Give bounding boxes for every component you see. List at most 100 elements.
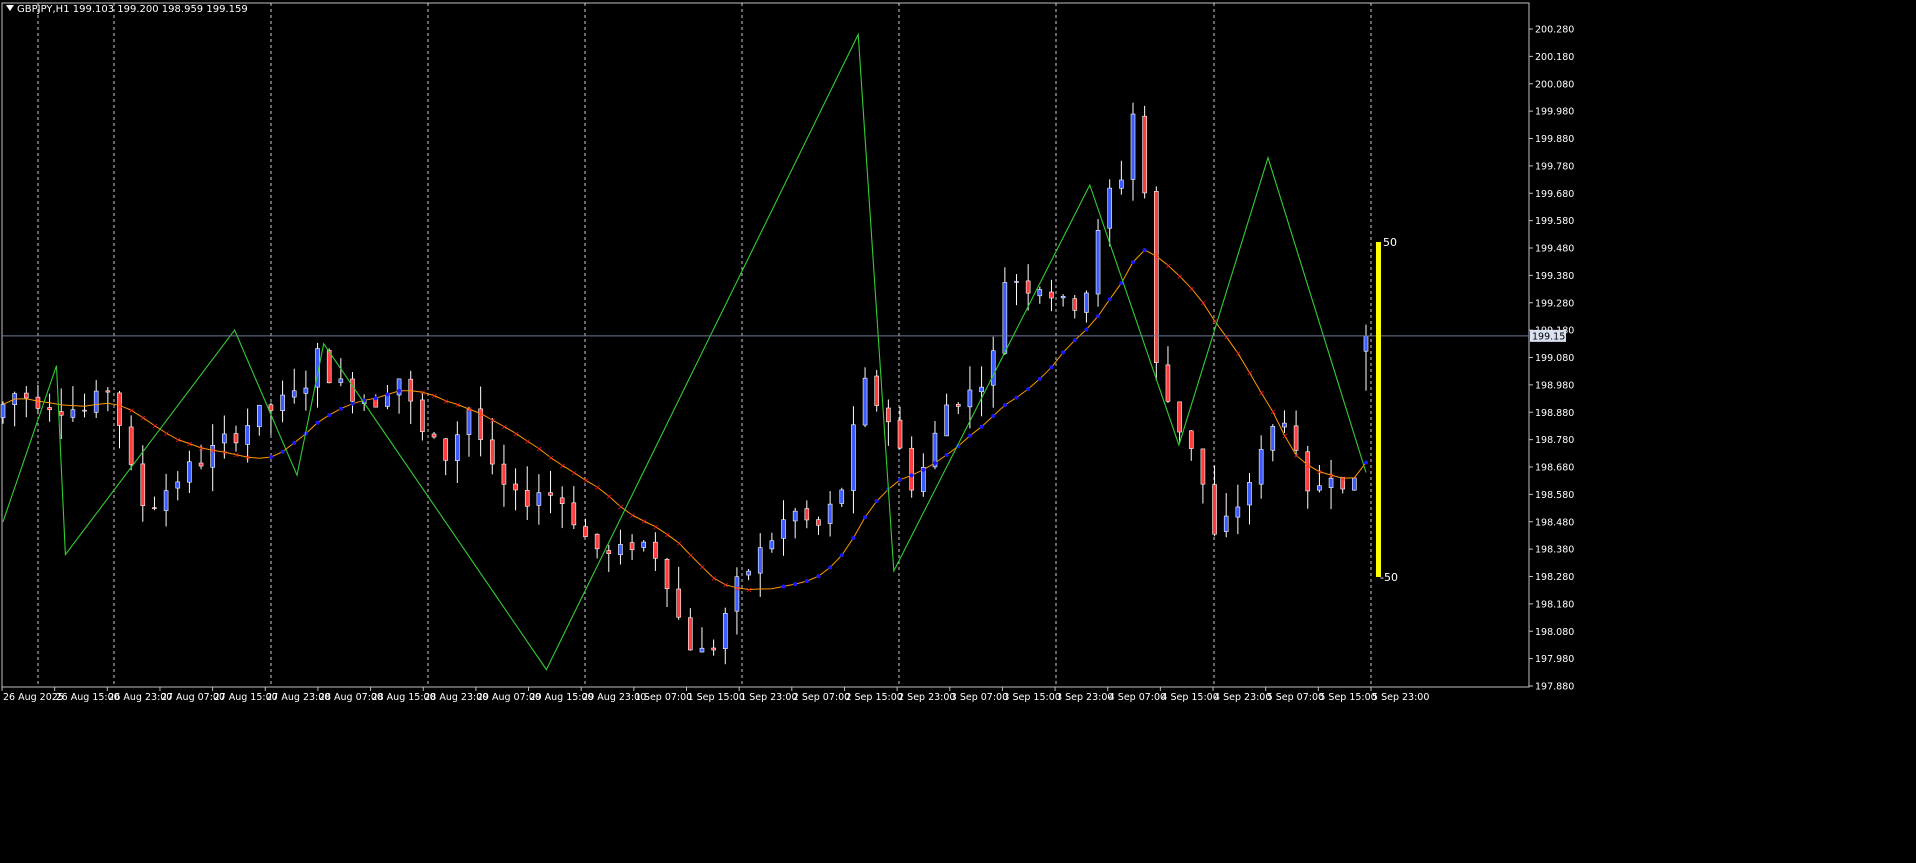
collapse-triangle-icon[interactable] <box>6 5 14 11</box>
downtrend-marker: × <box>489 416 496 425</box>
uptrend-dot <box>280 449 285 454</box>
downtrend-marker: × <box>233 451 240 460</box>
downtrend-marker: × <box>210 446 217 455</box>
x-axis-tick-label: 1 Sep 23:00 <box>740 692 797 703</box>
x-axis-tick-label: 2 Sep 15:00 <box>845 692 902 703</box>
bear-candle <box>583 526 588 538</box>
uptrend-dot <box>898 477 903 482</box>
bear-candle <box>1212 484 1217 535</box>
uptrend-dot <box>851 536 856 541</box>
downtrend-marker: × <box>431 391 438 400</box>
bull-candle <box>1014 281 1019 283</box>
bear-candle <box>233 433 239 444</box>
bull-candle <box>93 390 99 413</box>
bull-candle <box>781 519 786 539</box>
uptrend-dot <box>1131 260 1136 265</box>
y-axis-tick-label: 198.280 <box>1535 572 1574 583</box>
bull-candle <box>1037 289 1043 297</box>
y-axis-tick-label: 199.780 <box>1535 161 1574 172</box>
y-axis-tick-label: 198.480 <box>1535 517 1574 528</box>
y-axis-tick-label: 198.980 <box>1535 380 1574 391</box>
x-axis-tick-label: 1 Sep 07:00 <box>635 692 692 703</box>
bull-candle <box>338 378 344 383</box>
uptrend-dot <box>1096 314 1101 319</box>
downtrend-marker: × <box>198 444 205 453</box>
bull-candle <box>641 541 647 548</box>
bull-candle <box>1270 426 1276 451</box>
bear-candle <box>23 392 29 399</box>
uptrend-dot <box>397 388 402 393</box>
downtrend-marker: × <box>734 584 741 593</box>
bull-candle <box>944 404 949 437</box>
bull-candle <box>1352 477 1357 491</box>
uptrend-dot <box>979 424 984 429</box>
bear-candle <box>559 497 565 505</box>
bear-candle <box>676 588 681 618</box>
bear-candle <box>350 378 355 402</box>
uptrend-dot <box>967 433 972 438</box>
bull-candle <box>385 394 390 407</box>
uptrend-dot <box>991 414 996 419</box>
bull-candle <box>0 404 6 419</box>
downtrend-marker: × <box>1247 369 1254 378</box>
bull-candle <box>792 510 798 522</box>
downtrend-marker: × <box>722 581 729 590</box>
downtrend-marker: × <box>1165 261 1172 270</box>
bear-candle <box>653 541 658 559</box>
bear-candle <box>1142 115 1147 194</box>
bull-candle <box>1119 179 1124 189</box>
downtrend-marker: × <box>1177 272 1184 281</box>
downtrend-marker: × <box>163 429 170 438</box>
y-axis-tick-label: 200.180 <box>1535 52 1574 63</box>
downtrend-marker: × <box>454 400 461 409</box>
downtrend-marker: × <box>1305 461 1312 470</box>
uptrend-dot <box>1037 376 1042 381</box>
y-axis-tick-label: 198.080 <box>1535 627 1574 638</box>
bear-candle <box>58 411 64 416</box>
bear-candle <box>489 439 495 465</box>
bear-candle <box>571 502 577 526</box>
uptrend-dot <box>385 392 390 397</box>
y-axis-tick-label: 197.880 <box>1535 682 1574 693</box>
bull-candle <box>827 503 833 524</box>
bear-candle <box>513 483 518 491</box>
bull-candle <box>734 576 740 612</box>
bull-candle <box>175 481 181 489</box>
uptrend-dot <box>863 515 868 520</box>
downtrend-marker: × <box>1293 451 1300 460</box>
oscillator-max-label: 50 <box>1383 236 1397 249</box>
y-axis-tick-label: 198.180 <box>1535 599 1574 610</box>
bull-candle <box>990 350 996 386</box>
downtrend-marker: × <box>536 444 543 453</box>
x-axis-tick-label: 2 Sep 23:00 <box>898 692 955 703</box>
bull-candle <box>1235 506 1241 518</box>
downtrend-marker: × <box>419 388 426 397</box>
y-axis-tick-label: 197.980 <box>1535 654 1574 665</box>
y-axis-tick-label: 198.780 <box>1535 435 1574 446</box>
downtrend-marker: × <box>606 492 613 501</box>
downtrend-marker: × <box>116 401 123 410</box>
bear-candle <box>711 647 716 651</box>
bear-candle <box>1025 280 1031 294</box>
bear-candle <box>886 407 891 423</box>
downtrend-marker: × <box>186 440 193 449</box>
uptrend-dot <box>1107 297 1112 302</box>
bear-candle <box>268 404 274 411</box>
x-axis-tick-label: 4 Sep 23:00 <box>1214 692 1271 703</box>
bull-candle <box>1060 296 1066 299</box>
y-axis-tick-label: 198.880 <box>1535 408 1574 419</box>
bear-candle <box>874 375 880 406</box>
bull-candle <box>769 540 775 550</box>
uptrend-dot <box>874 499 879 504</box>
bear-candle <box>1072 298 1078 311</box>
price-chart[interactable]: 200.280 200.180 200.080 199.980 199.880 199.7… <box>0 0 1916 863</box>
bear-candle <box>140 463 146 506</box>
bear-candle <box>326 350 332 384</box>
y-axis-tick-label: 199.480 <box>1535 244 1574 255</box>
x-axis-tick-label: 4 Sep 15:00 <box>1161 692 1218 703</box>
bear-candle <box>548 492 553 496</box>
uptrend-dot <box>828 565 833 570</box>
y-axis-tick-label: 200.080 <box>1535 79 1574 90</box>
uptrend-dot <box>327 413 332 418</box>
downtrend-marker: × <box>443 397 450 406</box>
